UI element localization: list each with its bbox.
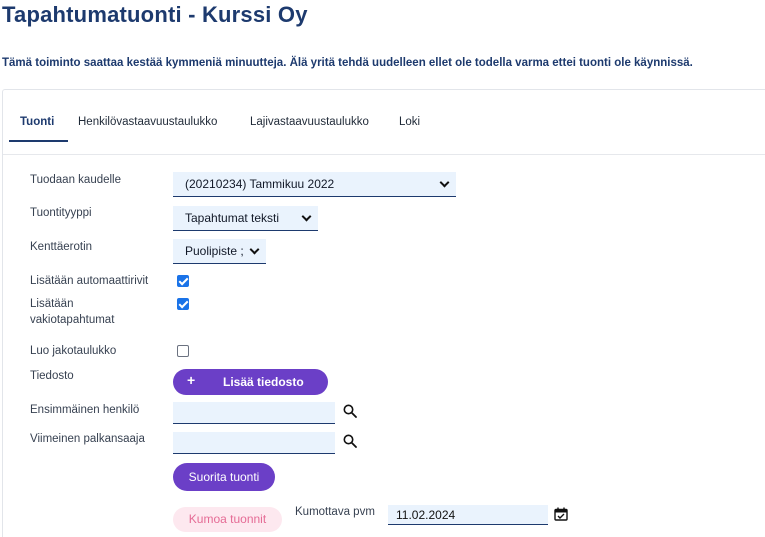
calendar-check-icon[interactable] <box>554 507 568 521</box>
separator-select[interactable]: Puolipiste ; <box>173 239 266 264</box>
cancel-date-label: Kumottava pvm <box>295 506 375 518</box>
period-select[interactable]: (20210234) Tammikuu 2022 <box>173 172 456 197</box>
type-select-value: Tapahtumat teksti <box>185 211 280 225</box>
tab-bar: Tuonti Henkilövastaavuustaulukko Lajivas… <box>3 90 765 155</box>
type-select[interactable]: Tapahtumat teksti <box>173 206 318 231</box>
warning-text: Tämä toiminto saattaa kestää kymmeniä mi… <box>2 57 693 69</box>
search-icon[interactable] <box>343 404 357 418</box>
standard-events-label-line1: Lisätään <box>30 298 74 310</box>
separator-label: Kenttäerotin <box>30 241 93 253</box>
auto-rows-label: Lisätään automaattirivit <box>30 275 149 287</box>
first-person-input[interactable] <box>173 402 335 424</box>
cancel-imports-button[interactable]: Kumoa tuonnit <box>173 507 282 532</box>
add-file-button[interactable]: + Lisää tiedosto <box>173 369 328 395</box>
last-payee-input[interactable] <box>173 432 335 454</box>
standard-events-checkbox[interactable] <box>177 298 189 310</box>
search-icon[interactable] <box>343 434 357 448</box>
tab-tuonti[interactable]: Tuonti <box>20 116 54 128</box>
import-panel: Tuonti Henkilövastaavuustaulukko Lajivas… <box>2 89 765 537</box>
file-label: Tiedosto <box>30 370 74 382</box>
auto-rows-checkbox[interactable] <box>177 275 189 287</box>
period-label: Tuodaan kaudelle <box>30 174 122 186</box>
cancel-date-input[interactable]: 11.02.2024 <box>388 505 548 525</box>
standard-events-label-line2: vakiotapahtumat <box>30 314 115 326</box>
chevron-down-icon <box>301 211 312 221</box>
chevron-down-icon <box>249 244 260 254</box>
allocation-label: Luo jakotaulukko <box>30 345 117 357</box>
tab-loki[interactable]: Loki <box>399 116 420 128</box>
plus-icon: + <box>187 372 196 388</box>
run-import-button[interactable]: Suorita tuonti <box>173 463 275 491</box>
first-person-label: Ensimmäinen henkilö <box>30 404 140 416</box>
chevron-down-icon <box>439 177 450 187</box>
active-tab-indicator <box>9 140 68 142</box>
page-title: Tapahtumatuonti - Kurssi Oy <box>2 2 308 27</box>
type-label: Tuontityyppi <box>30 207 92 219</box>
separator-select-value: Puolipiste ; <box>185 244 244 258</box>
tab-henkilovastaavuustaulukko[interactable]: Henkilövastaavuustaulukko <box>78 116 217 128</box>
tab-lajivastaavuustaulukko[interactable]: Lajivastaavuustaulukko <box>250 116 369 128</box>
standard-events-label: Lisätään vakiotapahtumat <box>30 296 114 328</box>
allocation-checkbox[interactable] <box>177 345 189 357</box>
add-file-button-label: Lisää tiedosto <box>223 375 304 389</box>
period-select-value: (20210234) Tammikuu 2022 <box>185 177 335 191</box>
last-payee-label: Viimeinen palkansaaja <box>30 433 145 445</box>
